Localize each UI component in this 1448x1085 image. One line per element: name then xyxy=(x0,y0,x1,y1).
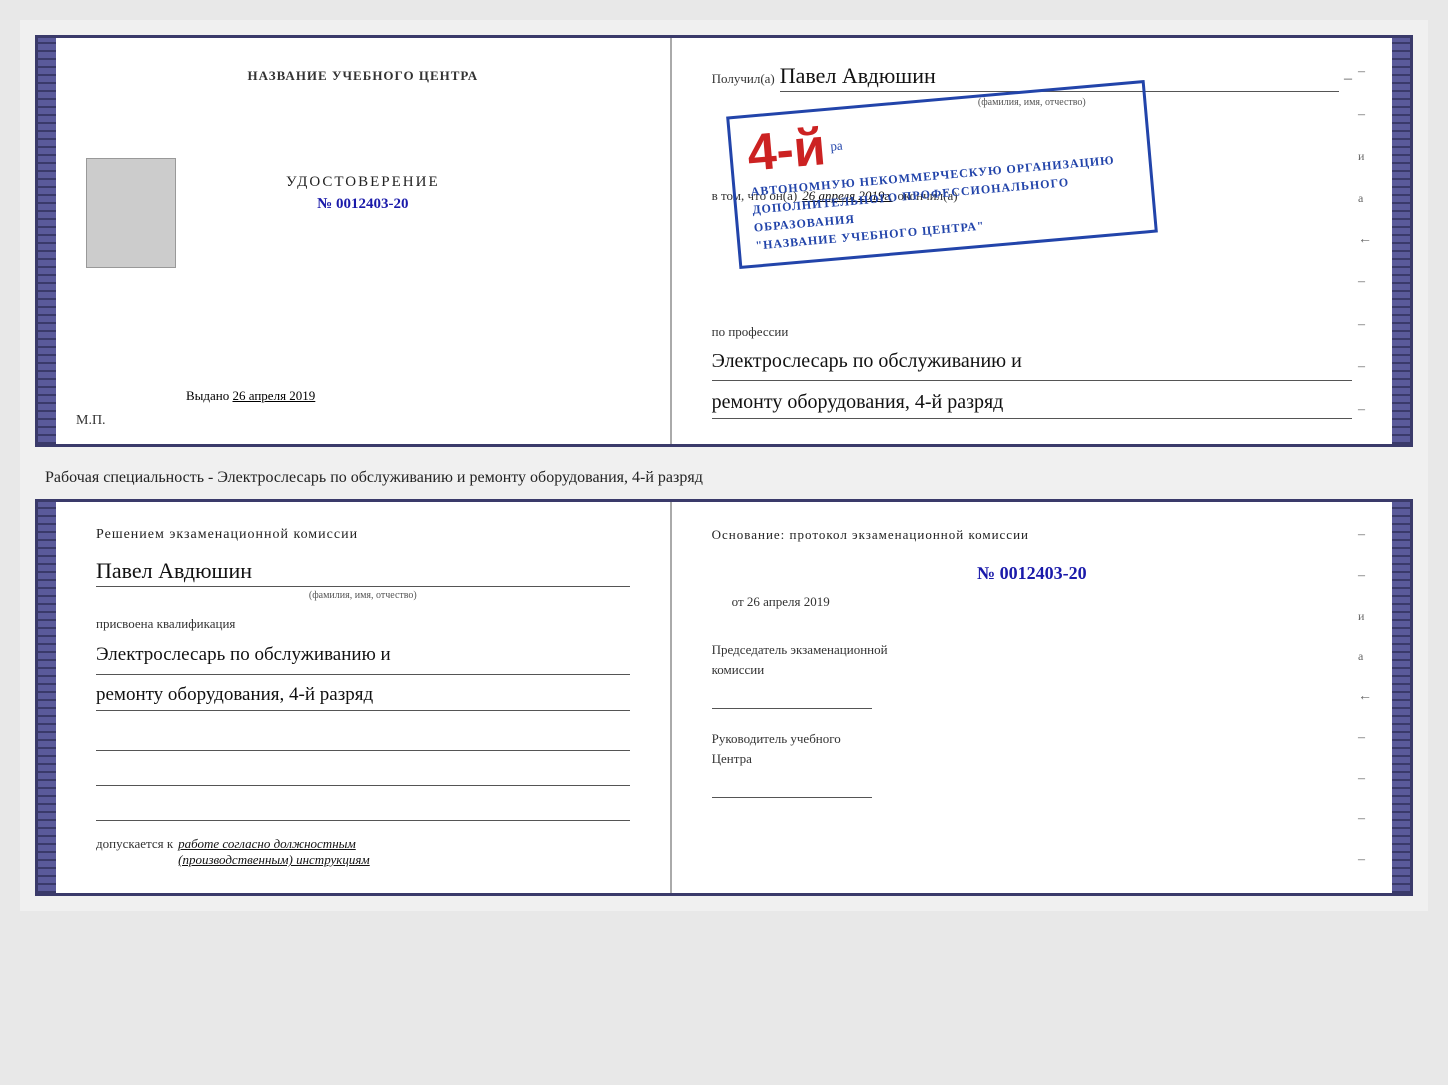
qual-decision-text: Решением экзаменационной комиссии xyxy=(96,527,630,543)
cert-vtom-date: 26 апреля 2019г. xyxy=(802,188,892,204)
cert-training-center-title: НАЗВАНИЕ УЧЕБНОГО ЦЕНТРА xyxy=(248,68,479,84)
qual-director-sign xyxy=(712,773,872,798)
cert-recipient-name: Павел Авдюшин xyxy=(780,63,1339,92)
stamp-big-number: 4-й xyxy=(745,121,827,180)
qual-chairman-text: Председатель экзаменационнойкомиссии xyxy=(712,642,888,677)
stamp-center-name: "НАЗВАНИЕ УЧЕБНОГО ЦЕНТРА" xyxy=(754,203,1138,254)
cert-dash: – xyxy=(1344,70,1352,88)
middle-specialty-text: Рабочая специальность - Электрослесарь п… xyxy=(45,467,1413,489)
qual-right-page: Основание: протокол экзаменационной коми… xyxy=(672,502,1392,893)
cert-fio-subtitle: (фамилия, имя, отчество) xyxy=(712,97,1352,108)
stamp-pa: ра xyxy=(829,138,843,155)
cert-vtom-suffix: окончил(а) xyxy=(898,188,958,204)
qual-assigned-label: присвоена квалификация xyxy=(96,616,630,632)
cert-issued-label: Выдано xyxy=(186,388,229,403)
qual-blank-line-2 xyxy=(96,761,630,786)
qual-fio-subtitle: (фамилия, имя, отчество) xyxy=(96,590,630,601)
cert-issued-date: 26 апреля 2019 xyxy=(233,388,316,403)
cert-vtom-row: в том, что он(а) 26 апреля 2019г. окончи… xyxy=(712,188,1352,204)
qual-spine-right xyxy=(1392,502,1410,893)
cert-mp: М.П. xyxy=(76,413,106,429)
cert-profession-line2: ремонту оборудования, 4-й разряд xyxy=(712,386,1352,419)
qual-right-side-dashes: – – и а ← – – – – xyxy=(1358,502,1372,893)
cert-profession-label: по профессии xyxy=(712,324,1352,340)
cert-received-label: Получил(а) xyxy=(712,71,775,87)
qual-spine-left xyxy=(38,502,56,893)
cert-vtom-prefix: в том, что он(а) xyxy=(712,188,798,204)
cert-right-page: 4-й ра АВТОНОМНУЮ НЕКОММЕРЧЕСКУЮ ОРГАНИЗ… xyxy=(672,38,1392,444)
qual-protocol-number: № 0012403-20 xyxy=(712,563,1352,584)
cert-doc-number: № 0012403-20 xyxy=(286,196,440,213)
qual-admits-row: допускается к работе согласно должностны… xyxy=(96,836,630,868)
qual-blank-line-1 xyxy=(96,726,630,751)
qual-chairman-sign xyxy=(712,684,872,709)
stamp-overlay: 4-й ра АВТОНОМНУЮ НЕКОММЕРЧЕСКУЮ ОРГАНИЗ… xyxy=(726,80,1158,269)
cert-profession-line1: Электрослесарь по обслуживанию и xyxy=(712,345,1352,381)
cert-recipient-row: Получил(а) Павел Авдюшин – xyxy=(712,63,1352,92)
qual-person-name: Павел Авдюшин xyxy=(96,558,630,587)
cert-spine-right xyxy=(1392,38,1410,444)
qual-protocol-date: от 26 апреля 2019 xyxy=(732,594,1352,610)
cert-left-page: НАЗВАНИЕ УЧЕБНОГО ЦЕНТРА УДОСТОВЕРЕНИЕ №… xyxy=(56,38,672,444)
qual-left-page: Решением экзаменационной комиссии Павел … xyxy=(56,502,672,893)
cert-spine-left xyxy=(38,38,56,444)
qualification-document: Решением экзаменационной комиссии Павел … xyxy=(35,499,1413,896)
page-wrapper: НАЗВАНИЕ УЧЕБНОГО ЦЕНТРА УДОСТОВЕРЕНИЕ №… xyxy=(20,20,1428,911)
qual-admits-label: допускается к xyxy=(96,836,173,852)
qual-director-label: Руководитель учебногоЦентра xyxy=(712,729,1352,768)
qual-profession-line2: ремонту оборудования, 4-й разряд xyxy=(96,680,630,711)
cert-photo-placeholder xyxy=(86,158,176,268)
cert-issued-line: Выдано 26 апреля 2019 xyxy=(186,388,315,404)
right-side-dashes: – – и а ← – – – – xyxy=(1358,38,1372,444)
qual-chairman-label: Председатель экзаменационнойкомиссии xyxy=(712,640,1352,679)
qual-director-text: Руководитель учебногоЦентра xyxy=(712,731,841,766)
qual-profession-line1: Электрослесарь по обслуживанию и xyxy=(96,640,630,674)
cert-doc-label: УДОСТОВЕРЕНИЕ xyxy=(286,174,440,191)
certificate-document: НАЗВАНИЕ УЧЕБНОГО ЦЕНТРА УДОСТОВЕРЕНИЕ №… xyxy=(35,35,1413,447)
qual-basis-text: Основание: протокол экзаменационной коми… xyxy=(712,527,1352,543)
qual-blank-line-3 xyxy=(96,796,630,821)
qual-admits-text: работе согласно должностным(производстве… xyxy=(178,836,370,868)
